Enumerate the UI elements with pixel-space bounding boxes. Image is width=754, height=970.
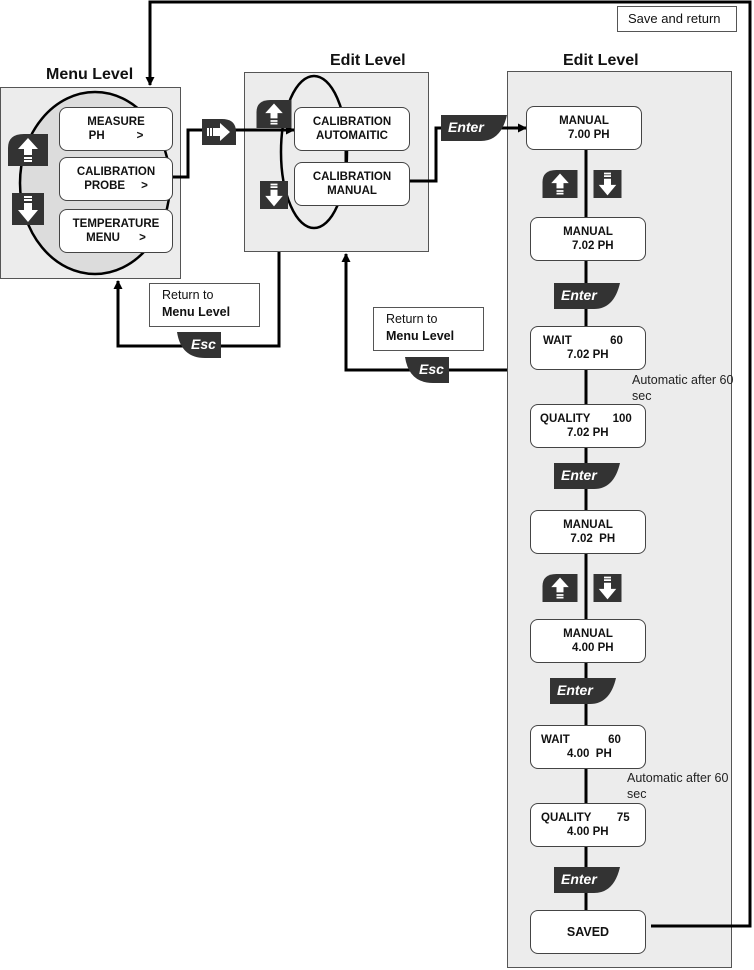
note-line1: Return to bbox=[386, 312, 438, 326]
auto-note-1: Automatic after 60 sec bbox=[632, 372, 733, 404]
enter-key-label: Enter bbox=[561, 467, 597, 483]
menu-item-line2: PH > bbox=[88, 130, 144, 142]
step-saved: SAVED bbox=[530, 910, 646, 954]
enter-key[interactable]: Enter bbox=[554, 867, 620, 893]
item-line2: MANUAL bbox=[327, 185, 377, 197]
esc-key-label: Esc bbox=[191, 336, 216, 352]
step-quality-75: QUALITY 75 4.00 PH bbox=[530, 803, 646, 847]
menu-item-line1: MEASURE bbox=[87, 116, 145, 128]
return-to-menu-note-2: Return to Menu Level bbox=[373, 307, 484, 351]
esc-key[interactable]: Esc bbox=[177, 332, 221, 358]
step-line2: 4.00 PH bbox=[567, 826, 609, 838]
enter-key[interactable]: Enter bbox=[550, 678, 616, 704]
auto-note-2: Automatic after 60 sec bbox=[627, 770, 728, 802]
up-arrow-key-icon[interactable] bbox=[8, 134, 48, 166]
esc-key-label: Esc bbox=[419, 361, 444, 377]
step-line1: WAIT 60 bbox=[541, 734, 621, 746]
step-line2: 7.02 PH bbox=[560, 533, 616, 545]
down-arrow-key-icon[interactable] bbox=[593, 574, 622, 602]
step-quality-100: QUALITY 100 7.02 PH bbox=[530, 404, 646, 448]
return-to-menu-note-1: Return to Menu Level bbox=[149, 283, 260, 327]
menu-item-line1: CALIBRATION bbox=[76, 166, 156, 178]
step-wait-4-00: WAIT 60 4.00 PH bbox=[530, 725, 646, 769]
up-arrow-key-icon[interactable] bbox=[542, 574, 578, 602]
step-line2: 7.02 PH bbox=[562, 240, 614, 252]
menu-item-line1: TEMPERATURE bbox=[72, 218, 160, 230]
step-line2: 4.00 PH bbox=[567, 748, 612, 760]
auto-note-line2: sec bbox=[627, 787, 647, 801]
up-arrow-key-icon[interactable] bbox=[256, 100, 292, 128]
step-line2: 7.02 PH bbox=[567, 349, 609, 361]
calibration-manual-item[interactable]: CALIBRATION MANUAL bbox=[294, 162, 410, 206]
note-line2: Menu Level bbox=[386, 329, 455, 343]
step-line1: WAIT 60 bbox=[543, 335, 623, 347]
step-line1: MANUAL bbox=[563, 628, 613, 640]
menu-item-calibration-probe[interactable]: CALIBRATION PROBE > bbox=[59, 157, 173, 201]
auto-note-line1: Automatic after 60 bbox=[627, 771, 729, 785]
item-line1: CALIBRATION bbox=[312, 171, 392, 183]
enter-key[interactable]: Enter bbox=[554, 463, 620, 489]
step-line1: QUALITY 75 bbox=[541, 812, 630, 824]
step-line1: MANUAL bbox=[559, 115, 609, 127]
step-manual-4-00: MANUAL 4.00 PH bbox=[530, 619, 646, 663]
step-line2: 7.00 PH bbox=[558, 129, 610, 141]
enter-key-label: Enter bbox=[557, 682, 593, 698]
step-manual-7-02: MANUAL 7.02 PH bbox=[530, 217, 646, 261]
menu-item-measure[interactable]: MEASURE PH > bbox=[59, 107, 173, 151]
calibration-automatic-item[interactable]: CALIBRATION AUTOMAITIC bbox=[294, 107, 410, 151]
step-line2: 7.02 PH bbox=[567, 427, 609, 439]
step-manual-7-00: MANUAL 7.00 PH bbox=[526, 106, 642, 150]
item-line2: AUTOMAITIC bbox=[316, 130, 388, 142]
enter-key[interactable]: Enter bbox=[441, 115, 507, 141]
enter-key-label: Enter bbox=[561, 871, 597, 887]
note-line2: Menu Level bbox=[162, 305, 231, 319]
esc-key[interactable]: Esc bbox=[405, 357, 449, 383]
step-wait-7-02: WAIT 60 7.02 PH bbox=[530, 326, 646, 370]
note-line1: Return to bbox=[162, 288, 214, 302]
down-arrow-key-icon[interactable] bbox=[12, 193, 44, 225]
down-arrow-key-icon[interactable] bbox=[260, 181, 288, 209]
enter-key[interactable]: Enter bbox=[554, 283, 620, 309]
auto-note-line1: Automatic after 60 bbox=[632, 373, 734, 387]
up-arrow-key-icon[interactable] bbox=[542, 170, 578, 198]
step-line2: 4.00 PH bbox=[562, 642, 614, 654]
enter-key-label: Enter bbox=[561, 287, 597, 303]
enter-key-label: Enter bbox=[448, 119, 484, 135]
menu-item-line2: MENU > bbox=[86, 232, 146, 244]
step-line1: SAVED bbox=[566, 925, 610, 939]
step-manual-7-02-b: MANUAL 7.02 PH bbox=[530, 510, 646, 554]
step-line1: MANUAL bbox=[563, 519, 613, 531]
menu-item-line2: PROBE > bbox=[84, 180, 148, 192]
auto-note-line2: sec bbox=[632, 389, 652, 403]
step-line1: QUALITY 100 bbox=[540, 413, 632, 425]
item-line1: CALIBRATION bbox=[312, 116, 392, 128]
down-arrow-key-icon[interactable] bbox=[593, 170, 622, 198]
right-arrow-key-icon[interactable] bbox=[202, 119, 236, 145]
menu-item-temperature[interactable]: TEMPERATURE MENU > bbox=[59, 209, 173, 253]
step-line1: MANUAL bbox=[563, 226, 613, 238]
